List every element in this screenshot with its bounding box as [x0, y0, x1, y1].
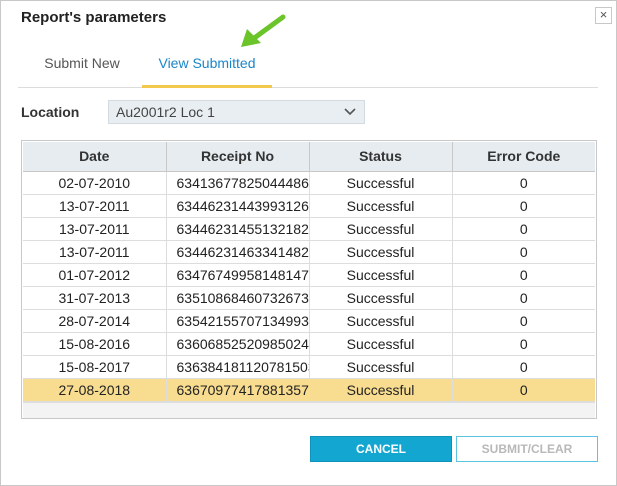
report-parameters-dialog: Report's parameters × Submit New View Su…	[0, 0, 617, 486]
cell-receipt-no: 636384181120781503	[166, 355, 310, 379]
table-row[interactable]: 01-07-2012 634767499581481476 Successful 0	[23, 263, 595, 287]
cell-receipt-no: 634767499581481476	[166, 263, 310, 287]
cell-error-code: 0	[452, 194, 595, 218]
table-row[interactable]: 13-07-2011 634462314633414826 Successful 0	[23, 240, 595, 264]
table-body: 02-07-2010 634136778250444861 Successful 0 1…	[23, 171, 595, 402]
location-selected-value: Au2001r2 Loc 1	[116, 104, 215, 120]
cell-status: Successful	[309, 355, 453, 379]
column-header-date[interactable]: Date	[23, 142, 167, 172]
table-row[interactable]: 13-07-2011 634462314551321828 Successful 0	[23, 217, 595, 241]
cell-error-code: 0	[452, 378, 595, 402]
cell-status: Successful	[309, 240, 453, 264]
column-header-status[interactable]: Status	[309, 142, 453, 172]
cancel-button[interactable]: CANCEL	[310, 436, 452, 462]
cell-status: Successful	[309, 286, 453, 310]
submitted-reports-grid: Date Receipt No Status Error Code 02-07-…	[21, 140, 597, 419]
cell-date: 13-07-2011	[23, 240, 167, 264]
cell-error-code: 0	[452, 309, 595, 333]
cell-receipt-no: 635108684607326733	[166, 286, 310, 310]
table-header-row: Date Receipt No Status Error Code	[23, 142, 595, 172]
cell-receipt-no: 635421557071349930	[166, 309, 310, 333]
cell-receipt-no: 634462314439931263	[166, 194, 310, 218]
tab-bar: Submit New View Submitted	[18, 45, 598, 88]
tab-submit-new[interactable]: Submit New	[28, 45, 136, 88]
submitted-reports-table: Date Receipt No Status Error Code 02-07-…	[23, 142, 595, 402]
cell-status: Successful	[309, 309, 453, 333]
tab-view-submitted[interactable]: View Submitted	[142, 45, 272, 88]
table-row[interactable]: 02-07-2010 634136778250444861 Successful 0	[23, 171, 595, 195]
table-row[interactable]: 15-08-2016 636068525209850248 Successful 0	[23, 332, 595, 356]
table-row[interactable]: 13-07-2011 634462314439931263 Successful 0	[23, 194, 595, 218]
table-row[interactable]: 31-07-2013 635108684607326733 Successful 0	[23, 286, 595, 310]
green-arrow-icon	[241, 14, 286, 47]
cell-date: 13-07-2011	[23, 217, 167, 241]
table-row[interactable]: 27-08-2018 636709774178813571 Successful 0	[23, 378, 595, 402]
horizontal-scrollbar[interactable]	[23, 402, 595, 418]
close-icon[interactable]: ×	[595, 7, 612, 24]
cell-status: Successful	[309, 332, 453, 356]
cell-receipt-no: 634462314551321828	[166, 217, 310, 241]
location-select[interactable]: Au2001r2 Loc 1	[108, 100, 365, 124]
cell-status: Successful	[309, 378, 453, 402]
cell-error-code: 0	[452, 263, 595, 287]
submit-clear-button[interactable]: SUBMIT/CLEAR	[456, 436, 598, 462]
cell-status: Successful	[309, 194, 453, 218]
cell-error-code: 0	[452, 240, 595, 264]
cell-status: Successful	[309, 171, 453, 195]
cell-receipt-no: 636709774178813571	[166, 378, 310, 402]
cell-status: Successful	[309, 263, 453, 287]
cell-date: 28-07-2014	[23, 309, 167, 333]
column-header-receipt-no[interactable]: Receipt No	[166, 142, 310, 172]
table-row[interactable]: 28-07-2014 635421557071349930 Successful 0	[23, 309, 595, 333]
cell-error-code: 0	[452, 332, 595, 356]
dialog-title: Report's parameters	[21, 9, 167, 26]
location-label: Location	[21, 104, 80, 120]
cell-error-code: 0	[452, 171, 595, 195]
cell-receipt-no: 634462314633414826	[166, 240, 310, 264]
cell-date: 31-07-2013	[23, 286, 167, 310]
column-header-error-code[interactable]: Error Code	[452, 142, 595, 172]
chevron-down-icon	[344, 108, 356, 116]
cell-error-code: 0	[452, 286, 595, 310]
cell-date: 01-07-2012	[23, 263, 167, 287]
table-row[interactable]: 15-08-2017 636384181120781503 Successful 0	[23, 355, 595, 379]
cell-date: 02-07-2010	[23, 171, 167, 195]
cell-error-code: 0	[452, 355, 595, 379]
cell-date: 27-08-2018	[23, 378, 167, 402]
cell-date: 13-07-2011	[23, 194, 167, 218]
cell-date: 15-08-2017	[23, 355, 167, 379]
cell-receipt-no: 636068525209850248	[166, 332, 310, 356]
cell-status: Successful	[309, 217, 453, 241]
cell-receipt-no: 634136778250444861	[166, 171, 310, 195]
cell-error-code: 0	[452, 217, 595, 241]
cell-date: 15-08-2016	[23, 332, 167, 356]
